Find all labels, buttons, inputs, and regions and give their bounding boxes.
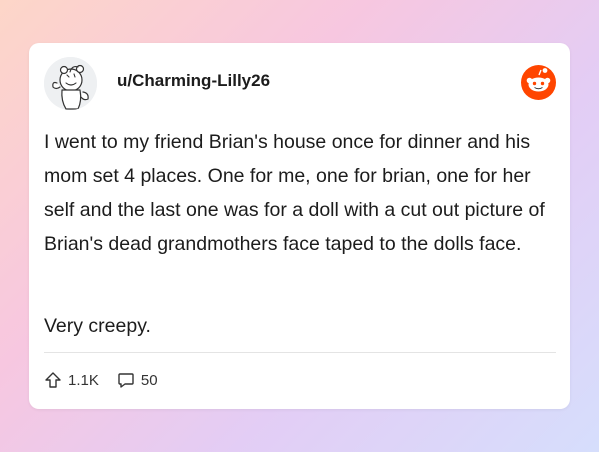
username[interactable]: u/Charming-Lilly26 (117, 71, 270, 91)
post-header: u/Charming-Lilly26 (44, 57, 556, 111)
snoo-avatar-icon (44, 57, 97, 110)
avatar[interactable] (44, 57, 97, 110)
divider (44, 352, 556, 353)
reddit-logo-icon (521, 65, 556, 100)
comments-button[interactable]: 50 (117, 371, 158, 389)
comment-bubble-icon (117, 371, 135, 389)
upvote-count: 1.1K (68, 371, 99, 389)
post-card: u/Charming-Lilly26 I went to my friend B… (29, 43, 570, 409)
upvote-arrow-icon[interactable] (44, 371, 62, 389)
post-body-closing: Very creepy. (44, 315, 151, 337)
post-body: I went to my friend Brian's house once f… (44, 131, 545, 255)
comment-count: 50 (140, 371, 158, 389)
post-footer: 1.1K 50 (44, 369, 158, 391)
